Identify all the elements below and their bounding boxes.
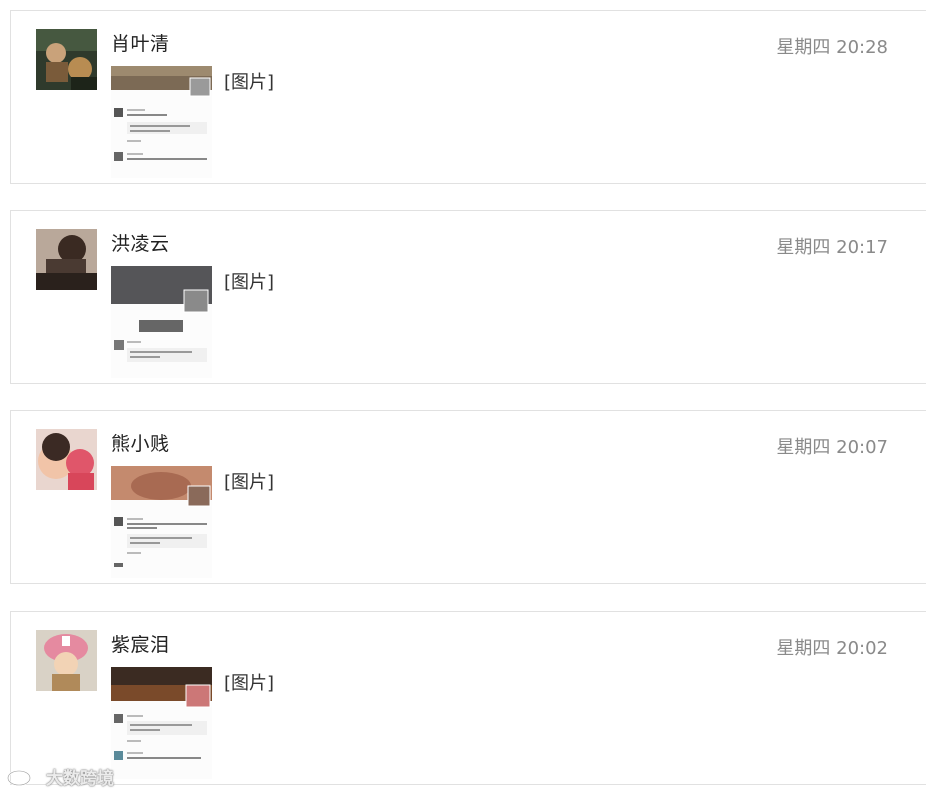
message-content: [图片] [224, 472, 275, 493]
message-content: [图片] [224, 272, 275, 293]
watermark: 大数跨境 [6, 762, 114, 790]
avatar[interactable] [36, 429, 97, 490]
avatar[interactable] [36, 29, 97, 90]
weibo-logo-icon [6, 765, 40, 787]
image-thumbnail[interactable] [111, 466, 212, 578]
image-thumbnail[interactable] [111, 66, 212, 178]
message-time: 星期四 20:28 [776, 37, 888, 58]
avatar[interactable] [36, 630, 97, 691]
image-thumbnail[interactable] [111, 266, 212, 378]
message-card[interactable]: 紫宸泪 星期四 20:02 [图片] [10, 611, 926, 785]
message-content: [图片] [224, 72, 275, 93]
message-card[interactable]: 肖叶清 星期四 20:28 [图片] [10, 10, 926, 184]
message-card[interactable]: 熊小贱 星期四 20:07 [图片] [10, 410, 926, 584]
message-card[interactable]: 洪凌云 星期四 20:17 [图片] [10, 210, 926, 384]
contact-name: 洪凌云 [111, 233, 170, 255]
contact-name: 肖叶清 [111, 33, 170, 55]
contact-name: 熊小贱 [111, 433, 170, 455]
contact-name: 紫宸泪 [111, 634, 170, 656]
message-list: 肖叶清 星期四 20:28 [图片] 洪凌云 星期四 20:17 [图片] 熊小… [0, 0, 926, 794]
message-time: 星期四 20:17 [776, 237, 888, 258]
message-time: 星期四 20:02 [776, 638, 888, 659]
watermark-text: 大数跨境 [46, 768, 114, 789]
image-thumbnail[interactable] [111, 667, 212, 779]
avatar[interactable] [36, 229, 97, 290]
message-content: [图片] [224, 673, 275, 694]
message-time: 星期四 20:07 [776, 437, 888, 458]
